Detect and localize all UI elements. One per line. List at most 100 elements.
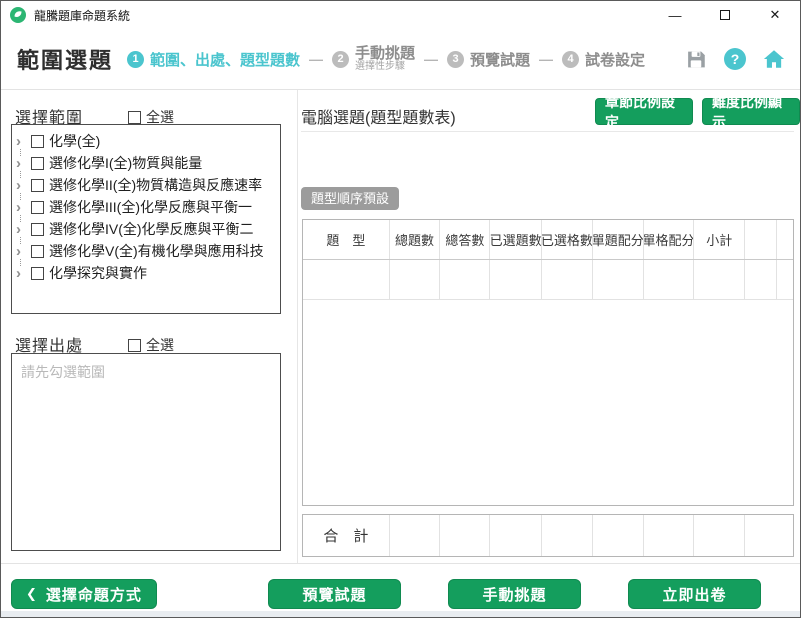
chapter-ratio-button[interactable]: 章節比例設定: [595, 98, 693, 125]
col-header-type: 題 型: [303, 220, 390, 259]
tree-item-elective-1[interactable]: › 選修化學I(全)物質與能量: [12, 152, 280, 174]
expand-chevron-icon[interactable]: ›: [16, 222, 30, 237]
close-button[interactable]: ✕: [750, 1, 800, 29]
totals-label: 合 計: [303, 515, 390, 556]
main-panel-title: 電腦選題(題型題數表): [301, 104, 456, 128]
header-divider: [1, 89, 800, 90]
tree-item-label: 化學(全): [49, 131, 100, 151]
save-button[interactable]: [684, 47, 708, 71]
manual-pick-button[interactable]: 手動挑題: [448, 579, 581, 609]
tree-item-elective-3[interactable]: › 選修化學III(全)化學反應與平衡一: [12, 196, 280, 218]
maximize-icon: [720, 10, 730, 20]
col-header-selected-blanks: 已選格數: [542, 220, 593, 259]
step-dash: —: [424, 51, 438, 67]
back-to-mode-button[interactable]: ❮ 選擇命題方式: [11, 579, 157, 609]
col-header-subtotal: 小計: [694, 220, 745, 259]
chevron-left-icon: ❮: [26, 586, 38, 602]
col-header-spacer: [745, 220, 777, 259]
home-button[interactable]: [762, 47, 786, 71]
cell-total-questions[interactable]: [390, 260, 441, 299]
tree-item-checkbox[interactable]: [31, 179, 44, 192]
step-4-paper-settings: 4 試卷設定: [562, 49, 645, 70]
window-controls: — ✕: [650, 1, 800, 29]
header-icons: ?: [684, 29, 786, 89]
cell-selected-blanks[interactable]: [542, 260, 593, 299]
main-divider: [301, 131, 794, 132]
table-gutter: [777, 260, 793, 299]
tree-item-checkbox[interactable]: [31, 201, 44, 214]
cell-total-answers[interactable]: [440, 260, 490, 299]
cell-selected-questions[interactable]: [490, 260, 542, 299]
expand-chevron-icon[interactable]: ›: [16, 156, 30, 171]
step-indicator: 1 範圍、出處、題型題數 — 2 手動挑題 選擇性步驟 — 3 預覽試題 — 4…: [127, 29, 645, 89]
expand-chevron-icon[interactable]: ›: [16, 244, 30, 259]
help-button[interactable]: ?: [724, 48, 746, 70]
app-window: 龍騰題庫命題系統 — ✕ 範圍選題 1 範圍、出處、題型題數 — 2 手動挑題 …: [0, 0, 801, 618]
totals-total-questions: [390, 515, 441, 556]
preview-questions-button[interactable]: 預覽試題: [268, 579, 401, 609]
step-3-label: 預覽試題: [470, 49, 530, 70]
tree-item-elective-5[interactable]: › 選修化學V(全)有機化學與應用科技: [12, 240, 280, 262]
tree-item-checkbox[interactable]: [31, 135, 44, 148]
save-icon: [685, 49, 707, 70]
maximize-button[interactable]: [700, 1, 750, 29]
step-dash: —: [309, 51, 323, 67]
step-2-manual-pick: 2 手動挑題 選擇性步驟: [332, 46, 415, 72]
footer-divider: [1, 563, 800, 564]
cell-spacer: [745, 260, 777, 299]
tree-item-inquiry-practice[interactable]: › 化學探究與實作: [12, 262, 280, 284]
generate-paper-button[interactable]: 立即出卷: [628, 579, 761, 609]
totals-selected-questions: [490, 515, 542, 556]
source-placeholder-text: 請先勾選範圍: [12, 354, 280, 390]
tree-item-checkbox[interactable]: [31, 245, 44, 258]
tree-item-label: 選修化學III(全)化學反應與平衡一: [49, 197, 252, 217]
table-header-row: 題 型 總題數 總答數 已選題數 已選格數 單題配分 單格配分 小計: [303, 220, 793, 260]
col-header-total-questions: 總題數: [390, 220, 441, 259]
step-1-circle: 1: [127, 51, 144, 68]
source-listbox[interactable]: 請先勾選範圍: [11, 353, 281, 551]
step-dash: —: [539, 51, 553, 67]
minimize-button[interactable]: —: [650, 1, 700, 29]
question-type-table: 題 型 總題數 總答數 已選題數 已選格數 單題配分 單格配分 小計: [302, 219, 794, 506]
app-logo-icon: [10, 7, 26, 23]
question-order-preset-badge[interactable]: 題型順序預設: [301, 187, 399, 210]
step-1-label: 範圍、出處、題型題數: [150, 49, 300, 70]
tree-item-chem-all[interactable]: › 化學(全): [12, 130, 280, 152]
cell-points-per-blank[interactable]: [644, 260, 695, 299]
question-icon: ?: [731, 51, 740, 67]
cell-type[interactable]: [303, 260, 390, 299]
expand-chevron-icon[interactable]: ›: [16, 266, 30, 281]
expand-chevron-icon[interactable]: ›: [16, 200, 30, 215]
tree-item-checkbox[interactable]: [31, 223, 44, 236]
col-header-total-answers: 總答數: [440, 220, 490, 259]
totals-total-answers: [440, 515, 490, 556]
tree-item-label: 選修化學I(全)物質與能量: [49, 153, 202, 173]
cell-subtotal[interactable]: [694, 260, 745, 299]
step-2-circle: 2: [332, 51, 349, 68]
tree-item-elective-4[interactable]: › 選修化學IV(全)化學反應與平衡二: [12, 218, 280, 240]
range-select-all-checkbox[interactable]: [128, 111, 141, 124]
expand-chevron-icon[interactable]: ›: [16, 178, 30, 193]
step-4-circle: 4: [562, 51, 579, 68]
range-tree: › 化學(全) › 選修化學I(全)物質與能量 › 選修化學II(全)物質構造與…: [12, 125, 280, 284]
table-row: [303, 260, 793, 300]
cell-points-per-question[interactable]: [593, 260, 644, 299]
col-header-points-per-blank: 單格配分: [644, 220, 695, 259]
tree-item-label: 選修化學IV(全)化學反應與平衡二: [49, 219, 254, 239]
difficulty-ratio-button[interactable]: 難度比例顯示: [702, 98, 800, 125]
source-select-all-checkbox[interactable]: [128, 339, 141, 352]
home-icon: [762, 48, 786, 70]
tree-item-checkbox[interactable]: [31, 267, 44, 280]
tree-item-checkbox[interactable]: [31, 157, 44, 170]
totals-spacer: [745, 515, 793, 556]
back-button-label: 選擇命題方式: [46, 584, 142, 605]
tree-item-elective-2[interactable]: › 選修化學II(全)物質構造與反應速率: [12, 174, 280, 196]
expand-chevron-icon[interactable]: ›: [16, 134, 30, 149]
source-select-all[interactable]: 全選: [128, 335, 174, 355]
totals-selected-blanks: [542, 515, 593, 556]
col-header-selected-questions: 已選題數: [490, 220, 542, 259]
bottom-edge-strip: [1, 611, 800, 617]
titlebar: 龍騰題庫命題系統 — ✕: [1, 1, 800, 29]
step-4-label: 試卷設定: [585, 49, 645, 70]
step-2-subtitle: 選擇性步驟: [355, 62, 415, 73]
